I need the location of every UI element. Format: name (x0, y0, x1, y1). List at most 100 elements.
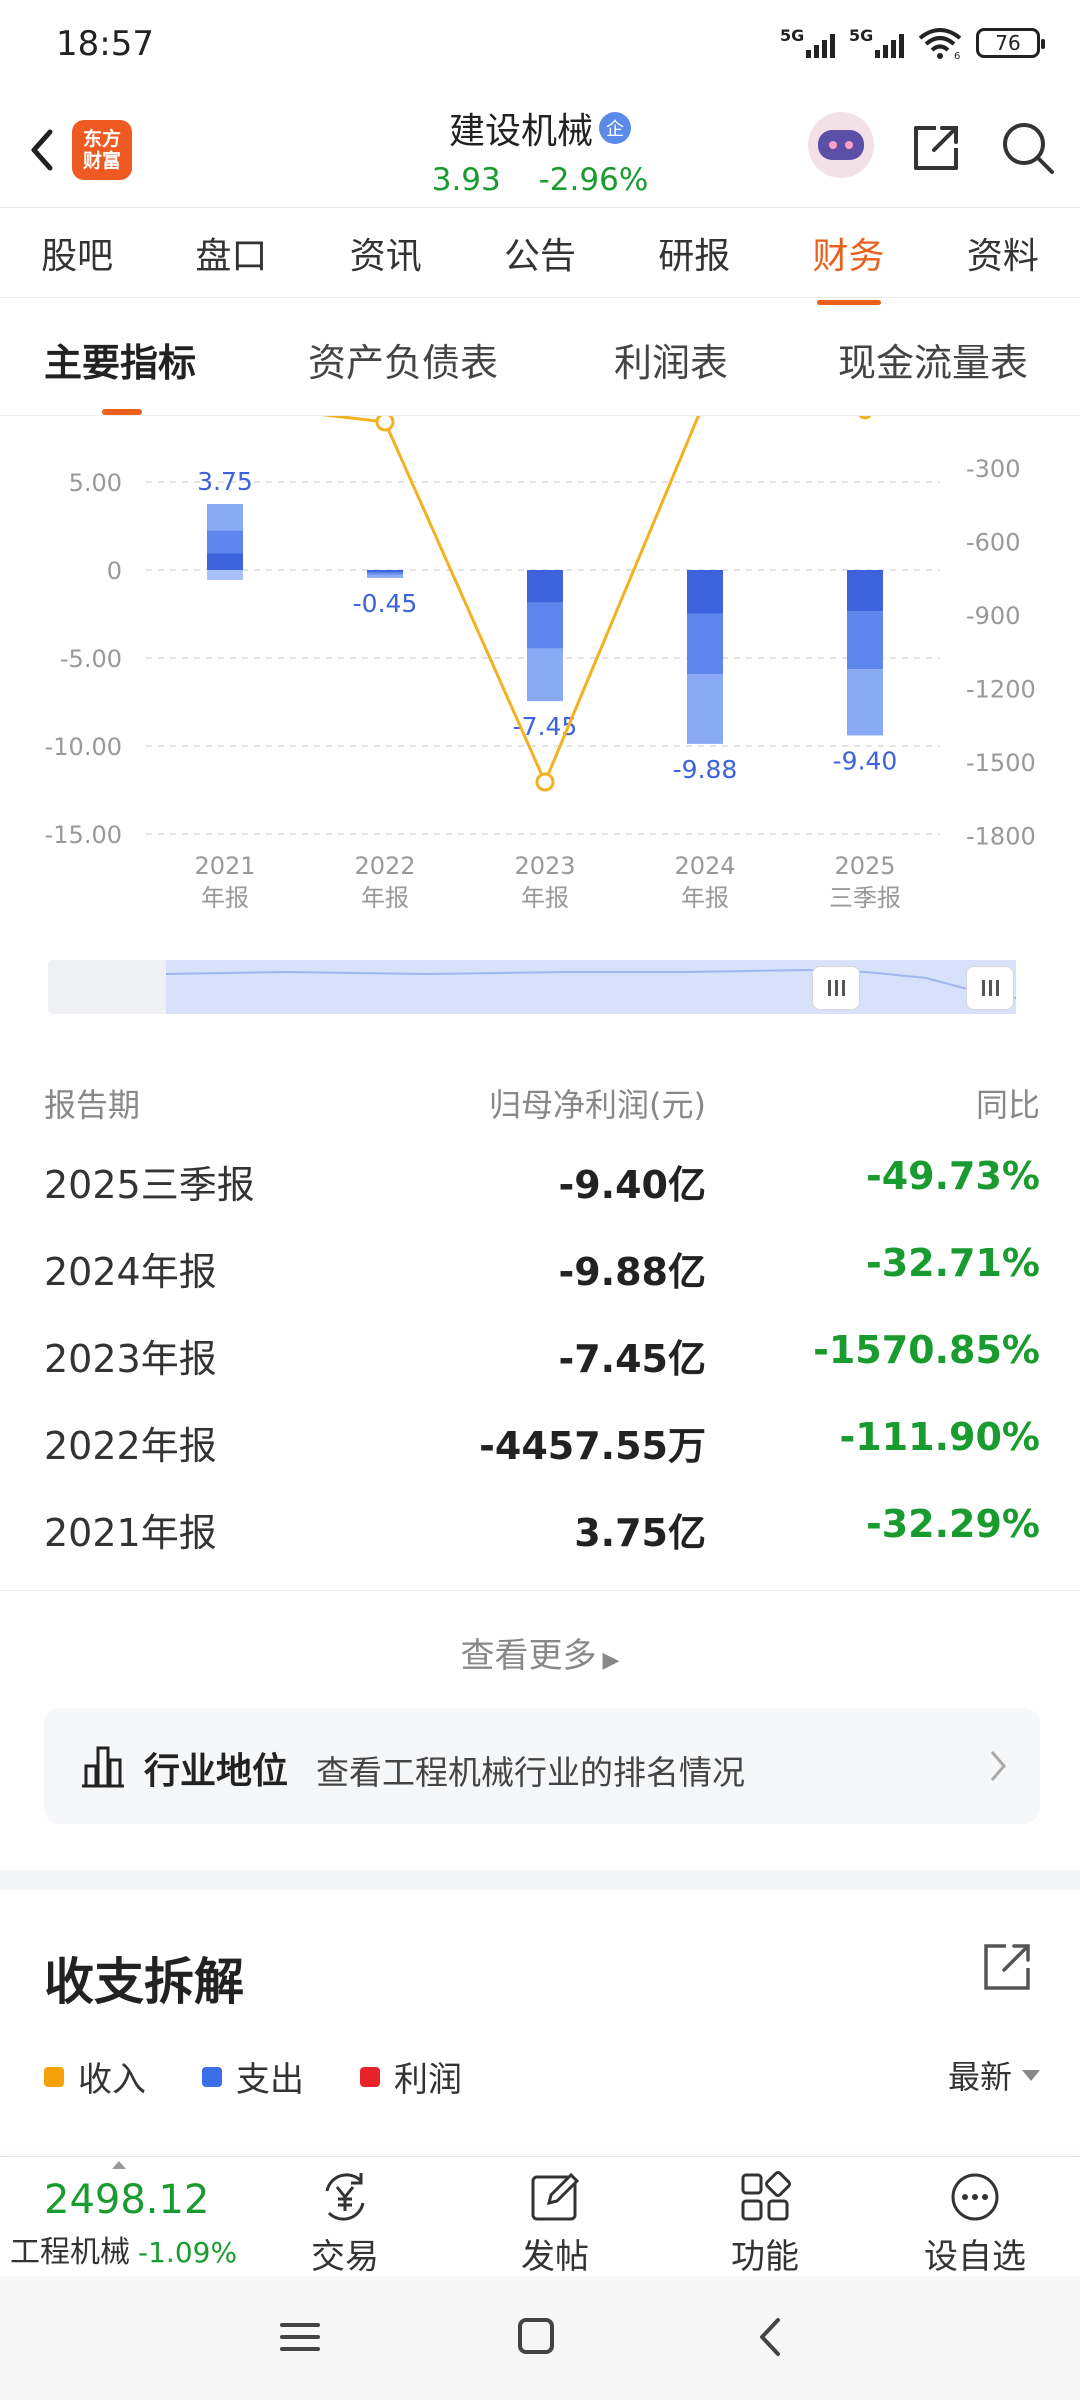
table-row[interactable]: 2024年报 -9.88亿 -32.71% (0, 1223, 1080, 1310)
add-watchlist-button[interactable]: 设自选 (900, 2163, 1050, 2277)
post-icon (531, 2172, 580, 2221)
cell-period: 2025三季报 (44, 1163, 255, 1207)
table-row[interactable]: 2025三季报 -9.40亿 -49.73% (0, 1136, 1080, 1223)
x-tick-label: 2022 (354, 852, 415, 880)
index-ticker[interactable]: 2498.12 工程机械 -1.09% (0, 2157, 250, 2277)
bar-segment (687, 570, 723, 614)
post-button[interactable]: 发帖 (480, 2163, 630, 2277)
cell-yoy: -111.90% (839, 1415, 1040, 1459)
col-period: 报告期 (44, 1086, 141, 1124)
bar-data-label: 3.75 (197, 467, 253, 496)
svg-text:6: 6 (954, 51, 960, 60)
section-title: 收支拆解 (44, 1953, 244, 2011)
bar-segment (847, 669, 883, 736)
x-tick-label: 年报 (521, 884, 569, 912)
cell-period: 2021年报 (44, 1511, 217, 1555)
ai-assistant-avatar[interactable] (808, 112, 874, 178)
view-more-link[interactable]: 查看更多 ▶ (0, 1628, 1080, 1677)
legend-income[interactable]: 收入 (44, 2052, 146, 2101)
legend-income-swatch (44, 2066, 64, 2087)
index-value: 2498.12 (44, 2177, 210, 2223)
y-right-tick-label: -1200 (966, 676, 1036, 704)
y-right-tick-label: -600 (966, 529, 1020, 557)
status-bar: 18:57 5G 5G 6 76 (0, 0, 1080, 90)
bar-data-label: -0.45 (353, 589, 418, 618)
cell-period: 2022年报 (44, 1424, 217, 1468)
col-yoy: 同比 (975, 1086, 1040, 1124)
x-tick-label: 年报 (361, 884, 409, 912)
cell-yoy: -49.73% (865, 1154, 1040, 1198)
search-icon[interactable] (998, 118, 1058, 178)
tab-news[interactable]: 资讯 (344, 217, 428, 289)
x-tick-label: 年报 (681, 884, 729, 912)
bar-segment (207, 570, 243, 580)
app-logo[interactable]: 东方 财富 (72, 120, 132, 180)
cell-net-profit: -9.88亿 (558, 1250, 706, 1294)
range-handle-left[interactable] (812, 966, 860, 1010)
bar-segment (367, 571, 403, 575)
menu-icon[interactable] (270, 2312, 330, 2362)
cell-net-profit: -7.45亿 (558, 1337, 706, 1381)
table-row[interactable]: 2021年报 3.75亿 -32.29% (0, 1484, 1080, 1571)
index-name-line: 工程机械 -1.09% (10, 2235, 238, 2270)
tab-finance[interactable]: 财务 (807, 217, 891, 305)
stock-title-block: 建设机械 企 3.93 -2.96% (340, 102, 740, 198)
industry-rank-card[interactable]: 行业地位 查看工程机械行业的排名情况 (44, 1708, 1040, 1824)
share-icon[interactable] (906, 118, 966, 178)
x-tick-label: 2021 (194, 852, 255, 880)
x-tick-label: 2024 (674, 852, 735, 880)
triangle-right-icon: ▶ (602, 1648, 620, 1673)
tab-guba[interactable]: 股吧 (35, 217, 119, 289)
line-point (858, 416, 872, 420)
chart-range-slider[interactable] (48, 960, 1016, 1014)
range-handle-right[interactable] (966, 966, 1014, 1010)
cell-net-profit: -4457.55万 (479, 1424, 706, 1468)
table-row[interactable]: 2023年报 -7.45亿 -1570.85% (0, 1310, 1080, 1397)
trade-icon (325, 2173, 365, 2221)
bar-segment (207, 530, 243, 554)
export-icon[interactable] (980, 1938, 1036, 1994)
cellular-signal-1-icon: 5G (780, 26, 835, 58)
subtab-income-statement[interactable]: 利润表 (614, 332, 728, 387)
tab-research[interactable]: 研报 (652, 217, 736, 289)
battery-icon: 76 (976, 28, 1045, 58)
subtab-key-indicators[interactable]: 主要指标 (44, 332, 196, 415)
bar-segment (687, 613, 723, 675)
trade-button[interactable]: 交易 (270, 2163, 420, 2277)
stock-price: 3.93 (431, 162, 501, 198)
legend-expense[interactable]: 支出 (202, 2052, 304, 2101)
home-icon[interactable] (506, 2312, 566, 2362)
sort-dropdown[interactable]: 最新 (948, 2052, 1040, 2098)
subtab-cash-flow[interactable]: 现金流量表 (838, 332, 1028, 387)
legend-expense-swatch (202, 2066, 222, 2087)
net-profit-chart: 5.00 0 -5.00 -10.00 -15.00 -300 -600 -900 -1200 -… (45, 416, 1036, 912)
cell-yoy: -1570.85% (813, 1328, 1040, 1372)
cell-period: 2023年报 (44, 1337, 217, 1381)
legend-profit[interactable]: 利润 (360, 2052, 462, 2101)
chevron-right-icon (990, 1751, 1006, 1781)
cellular-signal-2-icon: 5G (849, 26, 904, 58)
apps-button[interactable]: 功能 (690, 2163, 840, 2277)
back-icon[interactable] (22, 120, 62, 180)
y-left-tick-label: -10.00 (45, 733, 122, 761)
cell-net-profit: 3.75亿 (574, 1511, 706, 1555)
y-left-tick-label: 0 (107, 557, 122, 585)
back-nav-icon[interactable] (742, 2312, 802, 2362)
x-tick-label: 三季报 (829, 884, 901, 912)
legend-profit-swatch (360, 2066, 380, 2087)
finance-subtabs: 主要指标 资产负债表 利润表 现金流量表 (0, 298, 1080, 416)
tab-pankou[interactable]: 盘口 (189, 217, 273, 289)
col-net-profit: 归母净利润(元) (489, 1086, 706, 1124)
line-point (375, 416, 395, 432)
system-nav-bar (0, 2276, 1080, 2400)
cell-period: 2024年报 (44, 1250, 217, 1294)
tab-announcements[interactable]: 公告 (498, 217, 582, 289)
tab-profile[interactable]: 资料 (961, 217, 1045, 289)
enterprise-badge-icon: 企 (599, 112, 631, 144)
table-row[interactable]: 2022年报 -4457.55万 -111.90% (0, 1397, 1080, 1484)
y-left-tick-label: 5.00 (69, 469, 122, 497)
y-right-tick-label: -1500 (966, 749, 1036, 777)
wifi-icon: 6 (918, 28, 962, 60)
bar-segment (367, 570, 403, 572)
subtab-balance-sheet[interactable]: 资产负债表 (308, 332, 498, 387)
